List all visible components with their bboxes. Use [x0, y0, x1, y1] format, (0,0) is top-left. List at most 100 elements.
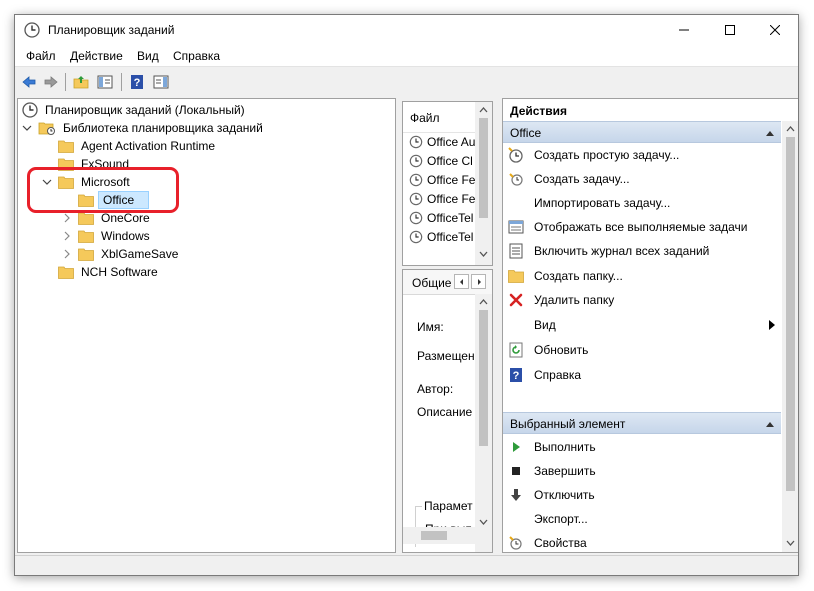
- scroll-up-icon[interactable]: [475, 296, 492, 308]
- minimize-button[interactable]: [661, 15, 707, 45]
- menu-action[interactable]: Действие: [70, 49, 123, 63]
- close-button[interactable]: [752, 15, 798, 45]
- action-label: Импортировать задачу...: [534, 196, 671, 210]
- hscroll-thumb[interactable]: [421, 531, 447, 540]
- details-scrollbar[interactable]: [475, 294, 492, 552]
- submenu-arrow-icon: [769, 320, 775, 330]
- field-location-label: Размещен: [417, 349, 475, 363]
- action-run[interactable]: Выполнить: [508, 436, 778, 458]
- action-label: Включить журнал всех заданий: [534, 244, 710, 258]
- chevron-down-icon[interactable]: [22, 123, 32, 133]
- tree-item-agent-activation-runtime[interactable]: Agent Activation Runtime: [58, 137, 218, 155]
- task-row[interactable]: Office Au: [409, 132, 475, 151]
- highlight-annotation: [27, 167, 179, 213]
- close-icon: [770, 25, 780, 35]
- action-enable-history[interactable]: Включить журнал всех заданий: [508, 240, 778, 262]
- action-new-folder[interactable]: Создать папку...: [508, 265, 778, 287]
- tab-scroll-right-button[interactable]: [471, 274, 486, 289]
- tab-general[interactable]: Общие: [412, 276, 451, 290]
- collapse-icon[interactable]: [765, 420, 775, 428]
- show-hide-tree-button[interactable]: [95, 72, 115, 92]
- help-button[interactable]: ?: [127, 72, 147, 92]
- disable-icon: [511, 489, 521, 501]
- action-delete-folder[interactable]: Удалить папку: [508, 289, 778, 311]
- scroll-thumb[interactable]: [479, 118, 488, 218]
- action-disable[interactable]: Отключить: [508, 484, 778, 506]
- action-export[interactable]: Экспорт...: [508, 508, 778, 530]
- actions-pane: Действия Office Создать простую задачу..…: [502, 98, 799, 553]
- tree-item-label: XblGameSave: [101, 247, 179, 261]
- window-title: Планировщик заданий: [48, 23, 175, 37]
- arrow-left-icon: [459, 278, 463, 285]
- scroll-down-icon[interactable]: [475, 516, 492, 528]
- back-button[interactable]: [19, 72, 39, 92]
- svg-text:?: ?: [134, 77, 141, 89]
- action-import-task[interactable]: Импортировать задачу...: [508, 192, 778, 214]
- scroll-up-icon[interactable]: [782, 123, 799, 135]
- actions-group-office[interactable]: Office: [503, 121, 781, 143]
- chevron-right-icon[interactable]: [62, 249, 72, 259]
- task-name: OfficeTel: [427, 210, 474, 225]
- task-row[interactable]: OfficeTel: [409, 227, 473, 246]
- task-row[interactable]: Office Fe: [409, 170, 475, 189]
- action-create-basic-task[interactable]: Создать простую задачу...: [508, 144, 778, 166]
- delete-icon: [509, 293, 523, 307]
- scroll-up-icon[interactable]: [475, 104, 492, 116]
- collapse-icon[interactable]: [765, 129, 775, 137]
- action-create-task[interactable]: Создать задачу...: [508, 168, 778, 190]
- menu-help[interactable]: Справка: [173, 49, 220, 63]
- task-name: Office Fe: [427, 172, 476, 187]
- tree-library[interactable]: Библиотека планировщика заданий: [22, 119, 266, 137]
- actions-scrollbar[interactable]: [782, 121, 799, 552]
- show-hide-action-pane-button[interactable]: [151, 72, 171, 92]
- clock-icon: [409, 211, 423, 224]
- up-folder-button[interactable]: [71, 72, 91, 92]
- back-icon: [22, 76, 36, 88]
- svg-text:?: ?: [513, 370, 520, 382]
- menu-file[interactable]: Файл: [26, 49, 56, 63]
- params-label: Парамет: [422, 499, 475, 513]
- folder-icon: [58, 140, 74, 153]
- chevron-right-icon[interactable]: [62, 213, 72, 223]
- tree-root-label: Планировщик заданий (Локальный): [45, 103, 245, 117]
- tree-item-xblgamesave[interactable]: XblGameSave: [62, 245, 181, 263]
- action-refresh[interactable]: Обновить: [508, 339, 778, 361]
- scroll-thumb[interactable]: [786, 137, 795, 491]
- tab-scroll-left-button[interactable]: [454, 274, 469, 289]
- scroll-down-icon[interactable]: [475, 248, 492, 260]
- tree-item-nch-software[interactable]: NCH Software: [58, 263, 161, 281]
- forward-button[interactable]: [41, 72, 61, 92]
- action-view-submenu[interactable]: Вид: [508, 314, 778, 336]
- toolbar: ?: [15, 66, 798, 97]
- action-show-running-tasks[interactable]: Отображать все выполняемые задачи: [508, 216, 778, 238]
- task-row[interactable]: OfficeTel: [409, 208, 473, 227]
- tree-item-windows[interactable]: Windows: [62, 227, 153, 245]
- maximize-button[interactable]: [707, 15, 753, 45]
- chevron-right-icon[interactable]: [62, 231, 72, 241]
- task-list-scrollbar[interactable]: [475, 102, 492, 265]
- action-properties[interactable]: Свойства: [508, 532, 778, 552]
- folder-icon: [78, 230, 94, 243]
- scroll-thumb[interactable]: [479, 310, 488, 446]
- tree-root[interactable]: Планировщик заданий (Локальный): [22, 101, 248, 119]
- menu-view[interactable]: Вид: [137, 49, 159, 63]
- action-help[interactable]: ? Справка: [508, 364, 778, 386]
- clock-icon: [409, 135, 423, 148]
- tree-item-label: Windows: [101, 229, 150, 243]
- arrow-right-icon: [477, 278, 481, 285]
- actions-group-selected-item[interactable]: Выбранный элемент: [503, 412, 781, 434]
- action-label: Создать папку...: [534, 269, 623, 283]
- action-end[interactable]: Завершить: [508, 460, 778, 482]
- create-task-icon: [509, 173, 523, 186]
- end-icon: [512, 467, 520, 475]
- group-title: Выбранный элемент: [510, 417, 626, 431]
- task-row[interactable]: Office Cl: [409, 151, 473, 170]
- action-label: Обновить: [534, 343, 589, 357]
- task-row[interactable]: Office Fe: [409, 189, 475, 208]
- tree-item-label: Agent Activation Runtime: [81, 139, 216, 153]
- details-hscrollbar[interactable]: [403, 527, 475, 544]
- forward-icon: [44, 76, 58, 88]
- action-label: Выполнить: [534, 440, 596, 454]
- field-author-label: Автор:: [417, 382, 454, 396]
- scroll-down-icon[interactable]: [782, 537, 799, 549]
